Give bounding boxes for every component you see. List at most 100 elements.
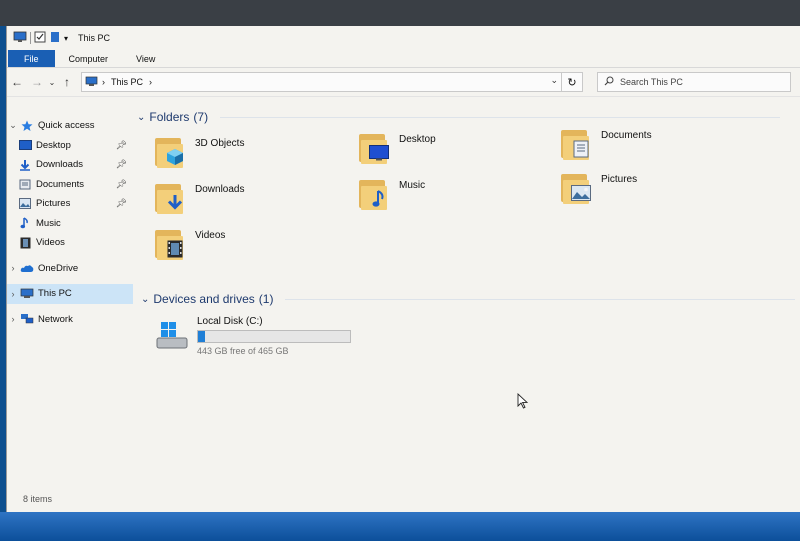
nav-label: Desktop (36, 139, 71, 151)
address-row: ← → ⌄ ↑ › This PC › ⌄ ↻ Search This PC (7, 68, 800, 97)
devices-section-header[interactable]: ⌄ Devices and drives (1) (141, 292, 796, 306)
folder-icon (561, 170, 595, 204)
tab-view[interactable]: View (122, 50, 169, 67)
separator (30, 32, 31, 44)
folder-icon (155, 180, 189, 214)
drive-label: Local Disk (C:) (197, 316, 263, 327)
chevron-down-icon[interactable]: ⌄ (141, 294, 149, 305)
drive-free-space: 443 GB free of 465 GB (197, 346, 289, 356)
search-icon (604, 76, 614, 88)
drive-tile-local-disk[interactable]: Local Disk (C:) 443 GB free of 465 GB (155, 316, 351, 356)
folder-label: Music (399, 180, 426, 191)
folder-tile-3d-objects[interactable]: 3D Objects (155, 134, 244, 168)
new-folder-icon[interactable] (49, 31, 61, 46)
disk-usage-fill (198, 331, 206, 342)
download-arrow-icon (17, 159, 33, 171)
disk-usage-bar (197, 330, 351, 343)
address-dropdown-icon[interactable]: ⌄ (550, 75, 558, 86)
desktop-background (0, 0, 800, 26)
chevron-right-icon[interactable]: › (7, 314, 19, 324)
nav-label: Videos (36, 237, 65, 249)
nav-item-pictures[interactable]: Pictures 📌︎ (7, 194, 133, 214)
pictures-icon (17, 198, 33, 210)
back-arrow-icon[interactable]: ← (7, 75, 27, 89)
folder-icon (155, 134, 189, 168)
nav-item-music[interactable]: Music (7, 214, 133, 234)
documents-icon (571, 140, 591, 158)
folder-label: Desktop (399, 134, 436, 145)
nav-item-documents[interactable]: Documents 📌︎ (7, 175, 133, 195)
film-strip-icon (165, 240, 185, 258)
properties-icon[interactable] (34, 31, 46, 46)
folder-label: Pictures (601, 174, 638, 185)
folder-label: Documents (601, 130, 652, 141)
chevron-down-icon[interactable]: ⌄ (7, 120, 19, 131)
folder-tile-videos[interactable]: Videos (155, 226, 225, 260)
desktop-icon (17, 140, 33, 151)
folder-icon (155, 226, 189, 260)
window-title: This PC (78, 33, 111, 43)
folders-section-header[interactable]: ⌄ Folders (7) (137, 110, 781, 124)
search-box[interactable]: Search This PC (597, 72, 791, 92)
tab-computer[interactable]: Computer (55, 50, 123, 67)
nav-label: Network (38, 313, 73, 325)
up-arrow-icon[interactable]: ↑ (57, 75, 77, 89)
star-icon (19, 120, 35, 132)
music-note-icon (17, 217, 33, 229)
pin-icon[interactable]: 📌︎ (116, 159, 127, 170)
folder-label: Downloads (195, 184, 245, 195)
folder-tile-desktop[interactable]: Desktop (359, 130, 436, 164)
nav-label: OneDrive (38, 262, 79, 274)
nav-network[interactable]: › Network (7, 310, 133, 330)
forward-arrow-icon[interactable]: → (27, 75, 47, 89)
quick-access-toolbar: ▾ (13, 31, 68, 46)
chevron-right-icon[interactable]: › (102, 77, 105, 87)
pin-icon[interactable]: 📌︎ (116, 179, 127, 190)
tab-file[interactable]: File (8, 50, 55, 67)
recent-locations-icon[interactable]: ⌄ (47, 78, 57, 87)
section-count: (7) (193, 110, 209, 124)
address-bar[interactable]: › This PC › ⌄ ↻ (81, 72, 583, 92)
divider (285, 298, 796, 300)
folder-tile-music[interactable]: Music (359, 176, 425, 210)
nav-label: Downloads (36, 159, 83, 171)
desktop-icon (369, 144, 389, 162)
customize-dropdown-icon[interactable]: ▾ (64, 34, 68, 43)
status-bar-item-count: 8 items (23, 494, 53, 504)
folder-tile-documents[interactable]: Documents (561, 126, 652, 160)
chevron-right-icon[interactable]: › (7, 289, 19, 299)
nav-onedrive[interactable]: › OneDrive (7, 259, 133, 279)
refresh-icon[interactable]: ↻ (561, 72, 583, 92)
computer-icon[interactable] (13, 31, 27, 46)
nav-this-pc[interactable]: › This PC (7, 284, 133, 304)
3d-cube-icon (165, 148, 185, 166)
nav-item-desktop[interactable]: Desktop 📌︎ (7, 136, 133, 156)
cloud-icon (19, 264, 35, 273)
nav-item-downloads[interactable]: Downloads 📌︎ (7, 155, 133, 175)
chevron-right-icon[interactable]: › (7, 263, 19, 273)
computer-icon (85, 76, 98, 89)
film-strip-icon (17, 237, 33, 249)
folder-icon (359, 130, 393, 164)
nav-label: Pictures (36, 198, 71, 210)
documents-icon (17, 178, 33, 190)
breadcrumb-this-pc[interactable]: This PC (111, 77, 143, 87)
music-note-icon (369, 190, 389, 208)
nav-label: Documents (36, 178, 85, 190)
ribbon-tabs: File Computer View (7, 50, 800, 68)
taskbar (0, 512, 800, 541)
download-arrow-icon (165, 194, 185, 212)
folder-tile-downloads[interactable]: Downloads (155, 180, 244, 214)
nav-item-videos[interactable]: Videos (7, 233, 133, 253)
navigation-pane: ⌄ Quick access Desktop 📌︎ Downloads 📌︎ D… (7, 116, 133, 496)
chevron-right-icon[interactable]: › (149, 77, 152, 87)
folder-label: 3D Objects (195, 138, 245, 149)
pictures-icon (571, 184, 591, 202)
divider (220, 116, 781, 118)
pin-icon[interactable]: 📌︎ (116, 140, 127, 151)
nav-quick-access[interactable]: ⌄ Quick access (7, 116, 133, 136)
chevron-down-icon[interactable]: ⌄ (137, 112, 145, 123)
pin-icon[interactable]: 📌︎ (116, 198, 127, 209)
folder-tile-pictures[interactable]: Pictures (561, 170, 637, 204)
mouse-cursor-icon (517, 392, 529, 412)
